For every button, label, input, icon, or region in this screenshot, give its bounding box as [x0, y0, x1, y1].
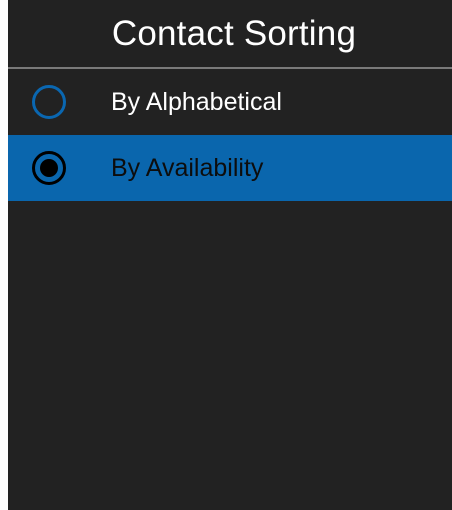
radio-unselected-icon[interactable] [32, 85, 66, 119]
header: Contact Sorting [8, 0, 452, 69]
option-by-availability[interactable]: By Availability [8, 135, 452, 201]
option-by-alphabetical[interactable]: By Alphabetical [8, 69, 452, 135]
option-label: By Availability [111, 153, 264, 182]
radio-selected-icon[interactable] [32, 151, 66, 185]
page-title: Contact Sorting [111, 13, 357, 53]
sort-option-list: By Alphabetical By Availability [8, 69, 452, 201]
option-label: By Alphabetical [111, 87, 282, 116]
contact-sorting-screen: Contact Sorting By Alphabetical By Avail… [8, 0, 452, 510]
